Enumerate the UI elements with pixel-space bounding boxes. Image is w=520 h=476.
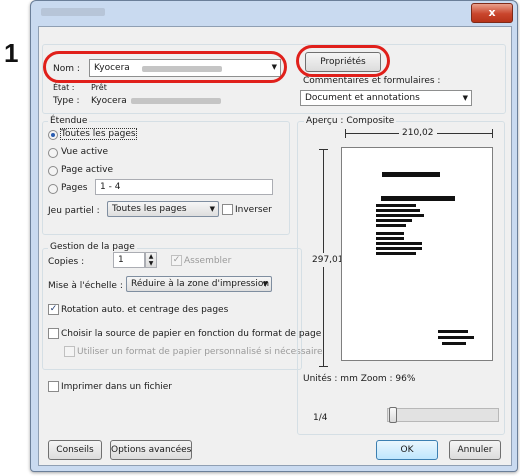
preview-line xyxy=(376,204,416,207)
comments-value: Document et annotations xyxy=(305,93,420,103)
comments-label: Commentaires et formulaires : xyxy=(303,76,441,86)
radio-current-page[interactable] xyxy=(48,166,58,176)
cancel-button[interactable]: Annuler xyxy=(449,440,501,460)
printer-type-value: Kyocera xyxy=(91,96,127,106)
callout-number-1: 1 xyxy=(4,38,19,68)
reverse-label: Inverser xyxy=(235,205,272,215)
print-to-file-checkbox[interactable] xyxy=(48,381,59,392)
preview-title: Aperçu : Composite xyxy=(304,116,397,126)
printer-state-value: Prêt xyxy=(91,83,107,92)
units-zoom-label: Unités : mm Zoom : 96% xyxy=(303,374,416,384)
preview-line xyxy=(376,219,412,222)
preview-line xyxy=(382,172,440,177)
custom-paper-checkbox[interactable] xyxy=(64,346,75,357)
paper-source-checkbox[interactable] xyxy=(48,328,59,339)
close-button[interactable]: x xyxy=(471,3,513,23)
preview-width-value: 210,02 xyxy=(399,128,437,138)
copies-value: 1 xyxy=(118,255,124,265)
preview-page-content xyxy=(376,172,474,345)
preview-line xyxy=(438,330,468,333)
tips-button[interactable]: Conseils xyxy=(48,440,102,460)
preview-line xyxy=(376,247,422,250)
page-slider-thumb[interactable] xyxy=(389,407,397,423)
print-dialog-window: x Nom : Kyocera ▼ État : Prêt Type : Kyo… xyxy=(30,0,518,472)
radio-current-page-label[interactable]: Page active xyxy=(61,165,113,175)
dialog-client-area: Nom : Kyocera ▼ État : Prêt Type : Kyoce… xyxy=(38,26,512,466)
print-to-file-label: Imprimer dans un fichier xyxy=(61,382,173,392)
preview-line xyxy=(442,342,466,345)
collate-label: Assembler xyxy=(184,256,232,266)
page-indicator: 1/4 xyxy=(313,413,328,423)
chevron-down-icon: ▼ xyxy=(262,280,268,288)
callout-highlight-properties xyxy=(296,45,390,77)
page-handling-title: Gestion de la page xyxy=(48,242,137,252)
preview-line xyxy=(376,224,406,227)
scaling-value: Réduire à la zone d'impression xyxy=(131,279,270,289)
ok-button[interactable]: OK xyxy=(376,440,438,460)
pages-input-value: 1 - 4 xyxy=(100,182,121,192)
preview-line xyxy=(376,242,422,245)
collate-checkbox[interactable]: ✓ xyxy=(171,255,182,266)
preview-line xyxy=(438,336,474,339)
auto-rotate-label: Rotation auto. et centrage des pages xyxy=(61,305,229,315)
auto-rotate-checkbox[interactable]: ✓ xyxy=(48,304,59,315)
radio-all-pages[interactable] xyxy=(48,130,58,140)
printer-state-label: État : xyxy=(53,83,75,92)
range-group-title: Étendue xyxy=(48,116,90,126)
copies-label: Copies : xyxy=(48,257,85,267)
subset-dropdown[interactable]: Toutes les pages ▼ xyxy=(107,201,219,217)
preview-page xyxy=(341,147,493,361)
pages-input[interactable]: 1 - 4 xyxy=(95,179,273,195)
preview-height-value: 297,01 xyxy=(312,253,344,267)
subset-value: Toutes les pages xyxy=(112,204,187,214)
printer-type-redacted xyxy=(131,98,221,104)
preview-line xyxy=(376,214,424,217)
radio-pages[interactable] xyxy=(48,184,58,194)
window-title-redacted xyxy=(41,8,105,16)
paper-source-label: Choisir la source de papier en fonction … xyxy=(61,329,322,339)
preview-line xyxy=(381,196,455,201)
radio-pages-label[interactable]: Pages xyxy=(61,183,87,193)
chevron-down-icon: ▼ xyxy=(209,205,215,213)
radio-all-pages-label[interactable]: Toutes les pages xyxy=(60,128,137,140)
scaling-dropdown[interactable]: Réduire à la zone d'impression ▼ xyxy=(126,276,272,292)
page-slider[interactable] xyxy=(387,407,499,423)
comments-dropdown[interactable]: Document et annotations ▼ xyxy=(300,90,472,106)
chevron-down-icon: ▼ xyxy=(462,94,468,102)
callout-highlight-printer-name xyxy=(43,51,287,83)
preview-line xyxy=(376,232,404,235)
subset-label: Jeu partiel : xyxy=(48,206,100,216)
preview-line xyxy=(376,237,404,240)
scaling-label: Mise à l'échelle : xyxy=(48,281,123,291)
preview-line xyxy=(376,209,420,212)
title-bar[interactable]: x xyxy=(31,1,517,25)
copies-input[interactable]: 1 xyxy=(113,252,145,268)
printer-type-label: Type : xyxy=(53,96,80,106)
advanced-options-button[interactable]: Options avancées xyxy=(110,440,192,460)
radio-current-view[interactable] xyxy=(48,148,58,158)
custom-paper-label: Utiliser un format de papier personnalis… xyxy=(77,347,323,357)
preview-line xyxy=(376,252,416,255)
copies-spinner[interactable]: ▲ ▼ xyxy=(145,252,157,268)
radio-current-view-label[interactable]: Vue active xyxy=(61,147,108,157)
reverse-checkbox[interactable] xyxy=(222,204,233,215)
